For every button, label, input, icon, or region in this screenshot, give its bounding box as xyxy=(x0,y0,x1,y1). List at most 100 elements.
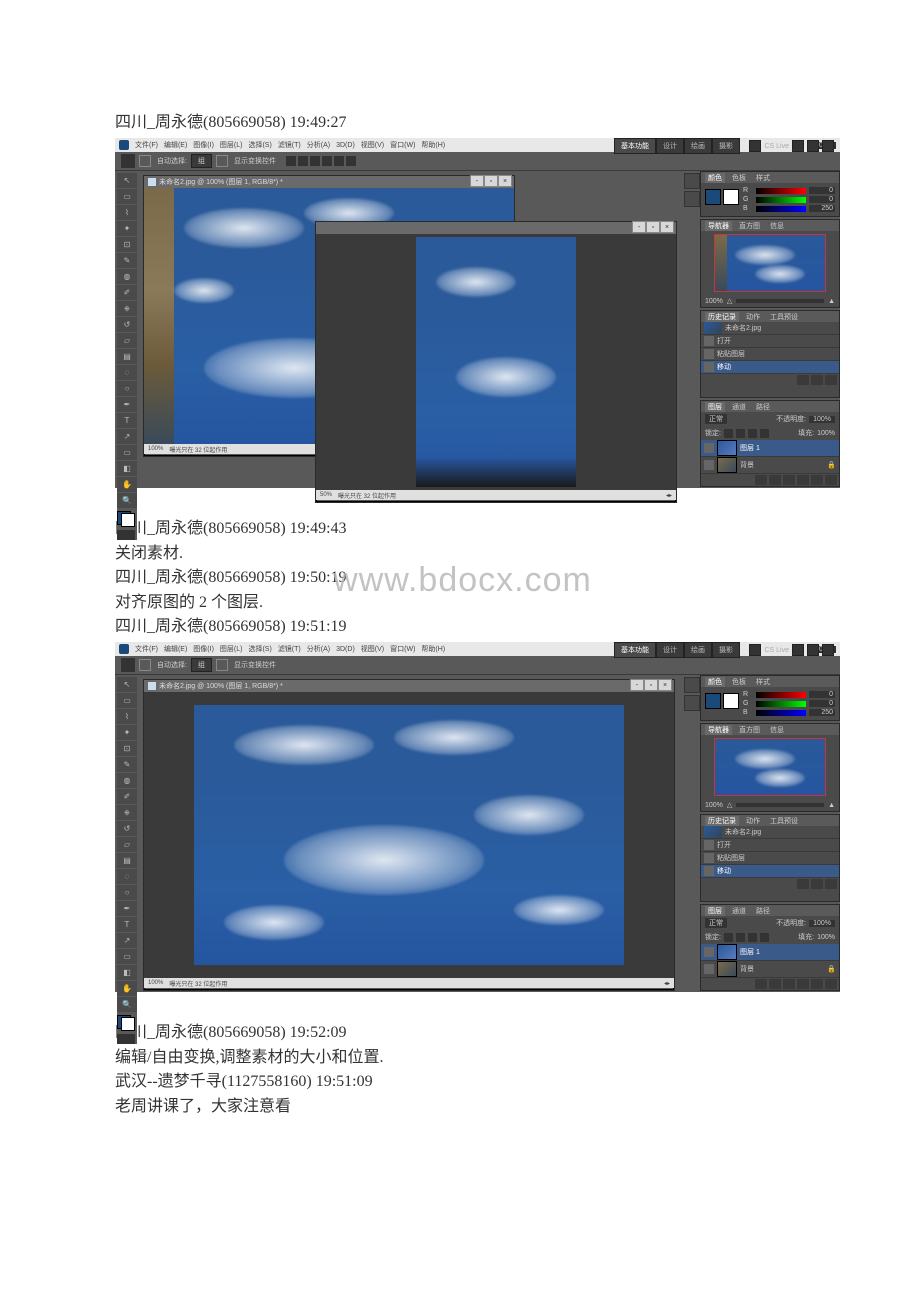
tab-history[interactable]: 历史记录 xyxy=(705,312,739,322)
menu-analyze[interactable]: 分析(A) xyxy=(307,140,330,150)
menu-select[interactable]: 选择(S) xyxy=(248,644,271,654)
document-canvas[interactable] xyxy=(144,692,674,978)
tool-eraser-icon[interactable]: ▱ xyxy=(117,333,137,348)
tab-info[interactable]: 信息 xyxy=(767,221,787,231)
workspace-tab-paint[interactable]: 绘画 xyxy=(684,138,712,154)
tool-pen-icon[interactable]: ✒ xyxy=(117,397,137,412)
document-window-secondary[interactable]: - ▫ × 50% 曝光只在 32 位起作用 ◂▸ xyxy=(315,221,677,503)
layer-row[interactable]: 背景🔒 xyxy=(701,457,839,474)
document-tab[interactable]: 未命名2.jpg @ 100% (图层 1, RGB/8*) * - ▫ × xyxy=(144,680,674,692)
history-item[interactable]: 打开 xyxy=(701,335,839,348)
tool-type-icon[interactable]: T xyxy=(117,413,137,428)
new-icon[interactable] xyxy=(811,979,823,989)
autoselect-select[interactable]: 组 xyxy=(191,154,212,168)
tab-channels[interactable]: 通道 xyxy=(729,906,749,916)
bg-swatch[interactable] xyxy=(723,693,739,709)
history-item[interactable]: 移动 xyxy=(701,865,839,878)
menu-image[interactable]: 图像(I) xyxy=(193,644,214,654)
autoselect-checkbox[interactable] xyxy=(139,155,151,167)
tool-heal-icon[interactable]: ◍ xyxy=(117,773,137,788)
tool-stamp-icon[interactable]: ⎈ xyxy=(117,301,137,316)
menu-help[interactable]: 帮助(H) xyxy=(421,140,445,150)
tab-actions[interactable]: 动作 xyxy=(743,816,763,826)
workspace-tab-photo[interactable]: 摄影 xyxy=(712,642,740,658)
minimize-icon[interactable]: - xyxy=(470,175,484,187)
tool-dodge-icon[interactable]: ○ xyxy=(117,885,137,900)
tool-shape-icon[interactable]: ▭ xyxy=(117,445,137,460)
adj-icon[interactable] xyxy=(783,475,795,485)
tab-navigator[interactable]: 导航器 xyxy=(705,221,732,231)
menu-view[interactable]: 视图(V) xyxy=(361,644,384,654)
trash-icon[interactable] xyxy=(825,475,837,485)
autoselect-select[interactable]: 组 xyxy=(191,658,212,672)
tool-history-icon[interactable]: ↺ xyxy=(117,317,137,332)
tool-pen-icon[interactable]: ✒ xyxy=(117,901,137,916)
tab-channels[interactable]: 通道 xyxy=(729,402,749,412)
menu-edit[interactable]: 编辑(E) xyxy=(164,644,187,654)
blend-mode-select[interactable]: 正常 xyxy=(705,414,727,424)
status-zoom[interactable]: 100% xyxy=(148,980,163,986)
cslive-icon[interactable] xyxy=(749,644,761,656)
r-value[interactable]: 0 xyxy=(809,691,835,698)
r-slider[interactable] xyxy=(756,692,806,698)
cslive-btn-2[interactable] xyxy=(807,644,819,656)
eye-icon[interactable] xyxy=(704,443,714,453)
quickmask-icon[interactable] xyxy=(117,1034,135,1044)
menu-window[interactable]: 窗口(W) xyxy=(390,140,415,150)
cslive-icon[interactable] xyxy=(749,140,761,152)
tab-color[interactable]: 颜色 xyxy=(705,173,725,183)
tab-info[interactable]: 信息 xyxy=(767,725,787,735)
cslive-label[interactable]: CS Live xyxy=(764,143,789,150)
b-slider[interactable] xyxy=(756,710,806,716)
panel-btn-icon[interactable] xyxy=(797,375,809,385)
tool-zoom-icon[interactable]: 🔍 xyxy=(117,493,137,508)
tool-hand-icon[interactable]: ✋ xyxy=(117,477,137,492)
move-tool-icon[interactable] xyxy=(121,658,135,672)
menu-window[interactable]: 窗口(W) xyxy=(390,644,415,654)
tool-wand-icon[interactable]: ✦ xyxy=(117,221,137,236)
opacity-value[interactable]: 100% xyxy=(809,920,835,927)
close-icon[interactable]: × xyxy=(498,175,512,187)
b-value[interactable]: 250 xyxy=(809,205,835,212)
document-tab[interactable]: - ▫ × xyxy=(316,222,676,234)
cslive-btn-3[interactable] xyxy=(822,140,834,152)
tab-swatches[interactable]: 色板 xyxy=(729,173,749,183)
transform-checkbox[interactable] xyxy=(216,659,228,671)
layer-row[interactable]: 图层 1 xyxy=(701,440,839,457)
lock-icon[interactable] xyxy=(724,429,733,438)
adj-icon[interactable] xyxy=(783,979,795,989)
panel-btn-icon[interactable] xyxy=(811,375,823,385)
tool-gradient-icon[interactable]: ▤ xyxy=(117,853,137,868)
cslive-label[interactable]: CS Live xyxy=(764,647,789,654)
tab-histogram[interactable]: 直方图 xyxy=(736,725,763,735)
tool-heal-icon[interactable]: ◍ xyxy=(117,269,137,284)
dock-icon[interactable] xyxy=(684,191,700,207)
lock-icon[interactable] xyxy=(724,933,733,942)
mask-icon[interactable] xyxy=(769,475,781,485)
nav-thumbnail[interactable] xyxy=(714,234,826,292)
tool-eyedropper-icon[interactable]: ✎ xyxy=(117,757,137,772)
align-icon[interactable] xyxy=(286,156,296,166)
tab-styles[interactable]: 样式 xyxy=(753,173,773,183)
status-zoom[interactable]: 100% xyxy=(148,446,163,452)
tool-wand-icon[interactable]: ✦ xyxy=(117,725,137,740)
dock-icon[interactable] xyxy=(684,695,700,711)
tool-marquee-icon[interactable]: ▭ xyxy=(117,189,137,204)
tool-crop-icon[interactable]: ⊡ xyxy=(117,237,137,252)
close-icon[interactable]: × xyxy=(658,679,672,691)
color-swatch[interactable] xyxy=(117,511,135,527)
blend-mode-select[interactable]: 正常 xyxy=(705,918,727,928)
workspace-tab-basic[interactable]: 基本功能 xyxy=(614,642,656,658)
tool-type-icon[interactable]: T xyxy=(117,917,137,932)
tab-styles[interactable]: 样式 xyxy=(753,677,773,687)
align-icon[interactable] xyxy=(334,156,344,166)
workspace-tab-paint[interactable]: 绘画 xyxy=(684,642,712,658)
color-swatch[interactable] xyxy=(117,1015,135,1031)
dock-icon[interactable] xyxy=(684,677,700,693)
panel-btn-icon[interactable] xyxy=(811,879,823,889)
nav-zoom-slider[interactable] xyxy=(736,803,824,807)
tool-path-icon[interactable]: ↗ xyxy=(117,933,137,948)
transform-checkbox[interactable] xyxy=(216,155,228,167)
menu-3d[interactable]: 3D(D) xyxy=(336,646,355,653)
history-item[interactable]: 移动 xyxy=(701,361,839,374)
